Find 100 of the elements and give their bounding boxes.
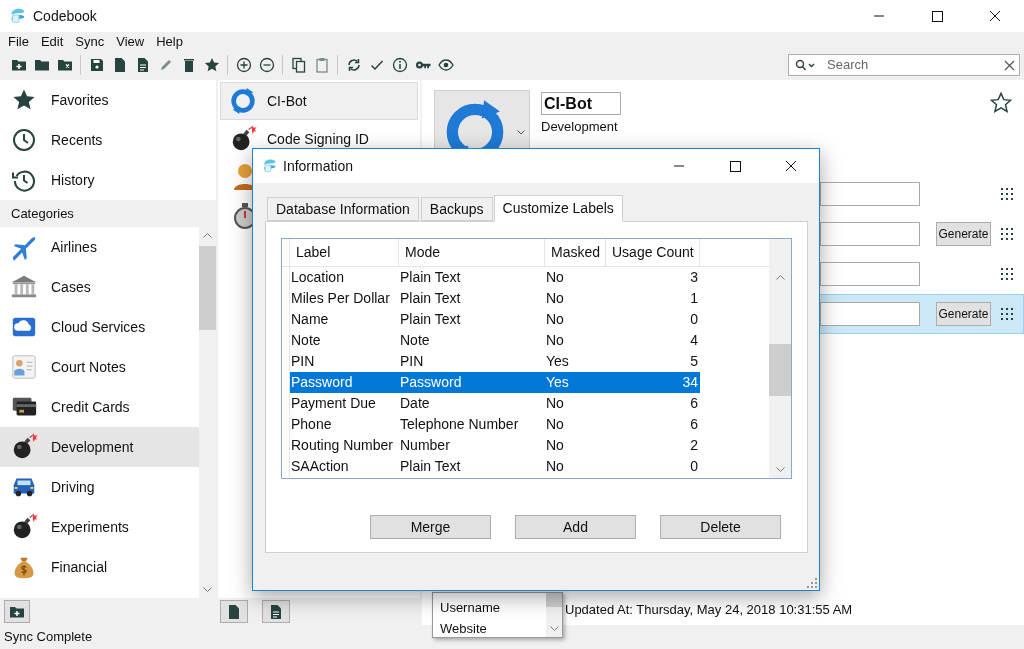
search-field[interactable]: Search bbox=[788, 54, 1020, 76]
caret-icon bbox=[517, 129, 525, 135]
table-row[interactable]: Password Password Yes 34 bbox=[290, 372, 700, 393]
dropdown-item[interactable]: Username bbox=[440, 597, 546, 618]
dialog-button[interactable]: Add bbox=[515, 515, 636, 539]
column-header[interactable]: Label bbox=[290, 239, 399, 266]
table-cell-text: Routing Number bbox=[290, 436, 394, 455]
value-field[interactable] bbox=[820, 222, 920, 246]
table-row[interactable]: Location Plain Text No 3 bbox=[290, 267, 700, 288]
entry-item[interactable]: CI-Bot bbox=[220, 82, 418, 120]
section-header: Categories bbox=[0, 200, 216, 227]
column-header[interactable]: Mode bbox=[399, 239, 545, 266]
app-logo-icon bbox=[262, 158, 278, 174]
dialog-button[interactable]: Merge bbox=[370, 515, 491, 539]
menu-item[interactable]: Edit bbox=[34, 32, 70, 52]
generate-button[interactable]: Generate bbox=[936, 302, 991, 326]
new-entry-button[interactable] bbox=[220, 600, 248, 623]
table-row[interactable]: Miles Per Dollar Plain Text No 1 bbox=[290, 288, 700, 309]
save-icon bbox=[88, 57, 105, 73]
entry-item[interactable]: Code Signing ID bbox=[220, 120, 418, 158]
category-item[interactable]: Experiments bbox=[0, 507, 199, 547]
table-cell-text: Name bbox=[290, 310, 330, 329]
table-row[interactable]: PIN PIN Yes 5 bbox=[290, 351, 700, 372]
scrollbar-thumb[interactable] bbox=[546, 593, 562, 607]
clipboard-icon bbox=[313, 57, 330, 73]
search-input[interactable]: Search bbox=[827, 55, 1004, 75]
scrollbar-thumb[interactable] bbox=[769, 344, 791, 396]
history-icon bbox=[12, 168, 36, 192]
scrollbar[interactable] bbox=[546, 593, 562, 637]
category-item[interactable]: Airlines bbox=[0, 227, 199, 267]
table-cell-text: No bbox=[545, 310, 565, 329]
table-row[interactable]: Note Note No 4 bbox=[290, 330, 700, 351]
table-cell-text: 4 bbox=[689, 331, 699, 350]
sidebar-item[interactable]: Favorites bbox=[0, 80, 216, 120]
field-row[interactable]: Generate bbox=[820, 294, 1024, 334]
scrollbar-thumb[interactable] bbox=[199, 246, 216, 330]
table-row[interactable]: Name Plain Text No 0 bbox=[290, 309, 700, 330]
category-item[interactable]: Credit Cards bbox=[0, 387, 199, 427]
table-row[interactable]: Payment Due Date No 6 bbox=[290, 393, 700, 414]
dialog-button[interactable]: Delete bbox=[660, 515, 781, 539]
status-text: Sync Complete bbox=[4, 628, 93, 647]
info-icon bbox=[391, 57, 408, 73]
table-row[interactable]: Phone Telephone Number No 6 bbox=[290, 414, 700, 435]
category-item[interactable]: Cases bbox=[0, 267, 199, 307]
table-cell-text: PIN bbox=[290, 352, 316, 371]
table-cell-text: 6 bbox=[689, 394, 699, 413]
sidebar-item[interactable]: History bbox=[0, 160, 216, 200]
generate-button[interactable]: Generate bbox=[936, 222, 991, 246]
new-category-button[interactable] bbox=[4, 600, 30, 623]
copy-icon bbox=[290, 57, 307, 73]
tab[interactable]: Database Information bbox=[267, 197, 419, 221]
value-field[interactable] bbox=[820, 262, 920, 286]
table-cell-text: No bbox=[545, 289, 565, 308]
file-icon bbox=[226, 603, 242, 620]
field-row[interactable]: Generate bbox=[820, 214, 1024, 254]
menu-item[interactable]: Sync bbox=[69, 32, 111, 52]
column-header[interactable]: Usage Count bbox=[606, 239, 700, 266]
table-cell-text: No bbox=[545, 436, 565, 455]
table-cell-text: 2 bbox=[689, 436, 699, 455]
table-cell-text: Password bbox=[399, 373, 463, 392]
table-row[interactable]: SAAction Plain Text No 0 bbox=[290, 456, 700, 477]
table-cell-text: 5 bbox=[689, 352, 699, 371]
label-dropdown[interactable]: Username Website bbox=[432, 592, 563, 638]
new-note-button[interactable] bbox=[262, 600, 290, 623]
table-cell-text: Yes bbox=[545, 352, 570, 371]
table-cell-text: No bbox=[545, 394, 565, 413]
value-field[interactable] bbox=[820, 182, 920, 206]
category-item[interactable]: Cloud Services bbox=[0, 307, 199, 347]
table-row[interactable]: Routing Number Number No 2 bbox=[290, 435, 700, 456]
category-item[interactable]: Court Notes bbox=[0, 347, 199, 387]
sync-icon bbox=[345, 57, 362, 73]
category-item[interactable]: Development bbox=[0, 427, 199, 467]
scroll-down-icon bbox=[203, 587, 212, 592]
resize-grip-icon bbox=[806, 577, 817, 588]
menu-item[interactable]: File bbox=[2, 32, 35, 52]
eye-icon bbox=[437, 57, 454, 73]
dialog-title: Information bbox=[283, 156, 354, 176]
tab[interactable]: Customize Labels bbox=[493, 195, 623, 222]
category-item[interactable]: Driving bbox=[0, 467, 199, 507]
table-cell-text: 3 bbox=[689, 268, 699, 287]
table-cell-text: Plain Text bbox=[399, 457, 462, 476]
scrollbar[interactable] bbox=[769, 239, 791, 478]
dropdown-item[interactable]: Website bbox=[440, 618, 546, 639]
sidebar-item[interactable]: Recents bbox=[0, 120, 216, 160]
clear-icon bbox=[1004, 59, 1015, 71]
category-item[interactable]: Financial bbox=[0, 547, 199, 587]
maximize-icon bbox=[729, 160, 741, 172]
search-icon bbox=[795, 59, 817, 71]
table-cell-text: Password bbox=[290, 373, 354, 392]
tab[interactable]: Backups bbox=[420, 197, 493, 221]
column-header[interactable]: Masked bbox=[545, 239, 606, 266]
name-field[interactable]: CI-Bot bbox=[541, 92, 621, 115]
menu-item[interactable]: View bbox=[110, 32, 151, 52]
table-cell-text: No bbox=[545, 415, 565, 434]
table-cell-text: 1 bbox=[689, 289, 699, 308]
menu-item[interactable]: Help bbox=[150, 32, 189, 52]
table-cell-text: No bbox=[545, 457, 565, 476]
table-cell-text: Yes bbox=[545, 373, 570, 392]
table-cell-text: Payment Due bbox=[290, 394, 377, 413]
value-field[interactable] bbox=[820, 302, 920, 326]
